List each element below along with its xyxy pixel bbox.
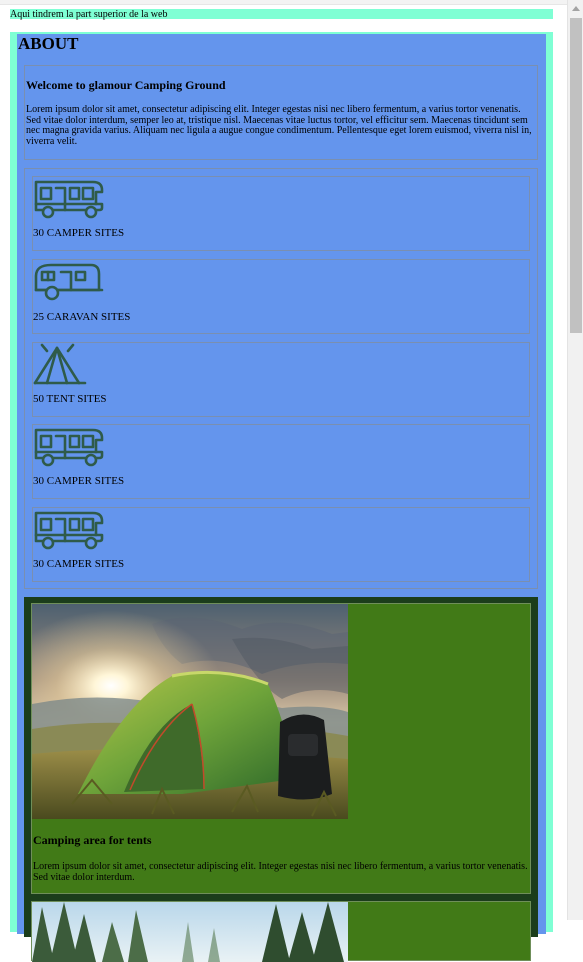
gallery-card-text: Lorem ipsum dolor sit amet, consectetur … [33,861,528,883]
site-label: 30 CAMPER SITES [33,475,125,487]
about-section: ABOUT Welcome to glamour Camping Ground … [17,34,546,962]
site-label: 30 CAMPER SITES [33,558,125,570]
browser-top-edge [0,0,567,5]
site-card-tent: 50 TENT SITES [32,342,530,417]
welcome-box: Welcome to glamour Camping Ground Lorem … [24,65,538,160]
gallery-card-title: Camping area for tents [33,833,152,847]
gallery-section: Camping area for tents Lorem ipsum dolor… [24,597,538,962]
welcome-text: Lorem ipsum dolor sit amet, consectetur … [26,104,532,147]
scrollbar-thumb[interactable] [570,18,582,333]
main-container: ABOUT Welcome to glamour Camping Ground … [10,32,553,962]
caravan-icon [33,260,105,302]
scroll-up-arrow-icon[interactable] [572,6,580,11]
camper-van-icon [33,425,105,467]
header-text: Aqui tindrem la part superior de la web [10,9,168,20]
camper-van-icon [33,177,105,219]
gallery-card-tents: Camping area for tents Lorem ipsum dolor… [31,603,531,894]
forest-camp-photo [32,902,348,962]
welcome-title: Welcome to glamour Camping Ground [26,78,226,92]
gallery-card-forest [31,901,531,962]
camper-van-icon [33,508,105,550]
site-card-camper: 30 CAMPER SITES [32,176,530,251]
site-label: 25 CARAVAN SITES [33,311,131,323]
about-title: ABOUT [18,34,79,53]
site-label: 30 CAMPER SITES [33,227,125,239]
site-label: 50 TENT SITES [33,393,107,405]
site-header: Aqui tindrem la part superior de la web [10,9,553,20]
sites-list: 30 CAMPER SITES 25 CARAVAN SITES 50 TENT… [24,168,538,589]
tent-at-sunset-photo [32,604,348,819]
site-card-caravan: 25 CARAVAN SITES [32,259,530,334]
vertical-scrollbar[interactable] [567,0,583,920]
site-card-camper: 30 CAMPER SITES [32,507,530,582]
tent-icon [33,343,105,385]
site-card-camper: 30 CAMPER SITES [32,424,530,499]
